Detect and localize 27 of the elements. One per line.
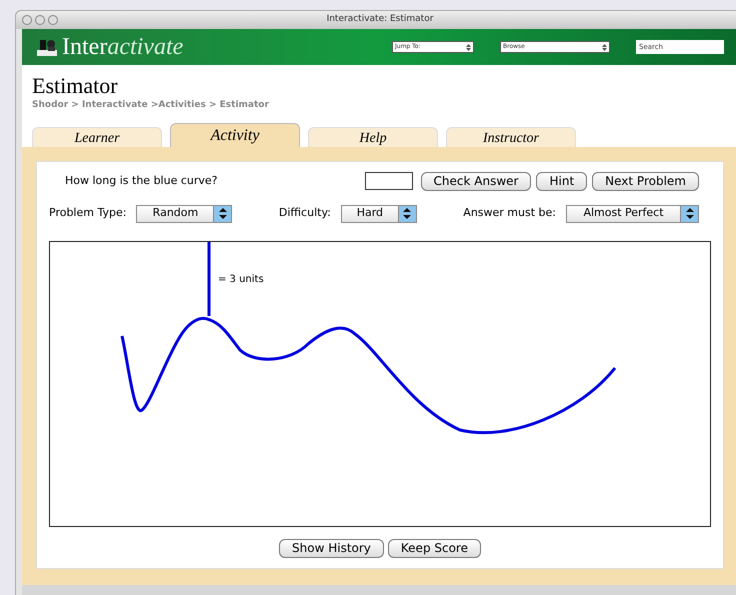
- action-button[interactable]: Hint: [536, 172, 588, 190]
- tab[interactable]: Instructor: [446, 126, 576, 146]
- stepper-icon: [466, 44, 471, 50]
- action-button[interactable]: Keep Score: [388, 538, 481, 558]
- site-logo: Interactivate: [62, 35, 184, 59]
- answer-field[interactable]: [364, 172, 413, 190]
- tab[interactable]: Activity: [170, 122, 300, 146]
- select-label: Answer must be:: [463, 205, 556, 222]
- window-title: Interactivate: Estimator: [326, 13, 434, 26]
- action-button[interactable]: Next Problem: [592, 172, 699, 190]
- stepper-icon: [398, 206, 416, 222]
- question-text: How long is the blue curve?: [65, 172, 218, 189]
- stepper-icon: [680, 206, 698, 222]
- dropdown[interactable]: Random: [136, 204, 232, 222]
- tab[interactable]: Help: [308, 126, 438, 146]
- page-title: Estimator: [32, 75, 119, 97]
- stepper-icon: [213, 206, 232, 222]
- scale-label: = 3 units: [218, 272, 264, 286]
- action-button[interactable]: Show History: [279, 538, 384, 558]
- action-button[interactable]: Check Answer: [420, 172, 532, 190]
- stepper-icon: [602, 44, 607, 50]
- select-label: Difficulty:: [278, 205, 331, 222]
- tab[interactable]: Learner: [32, 126, 162, 146]
- dropdown[interactable]: Almost Perfect: [566, 204, 699, 222]
- select-label: Problem Type:: [49, 205, 126, 222]
- breadcrumb: Shodor > Interactivate >Activities > Estimator: [32, 99, 270, 112]
- dropdown[interactable]: Hard: [340, 204, 417, 222]
